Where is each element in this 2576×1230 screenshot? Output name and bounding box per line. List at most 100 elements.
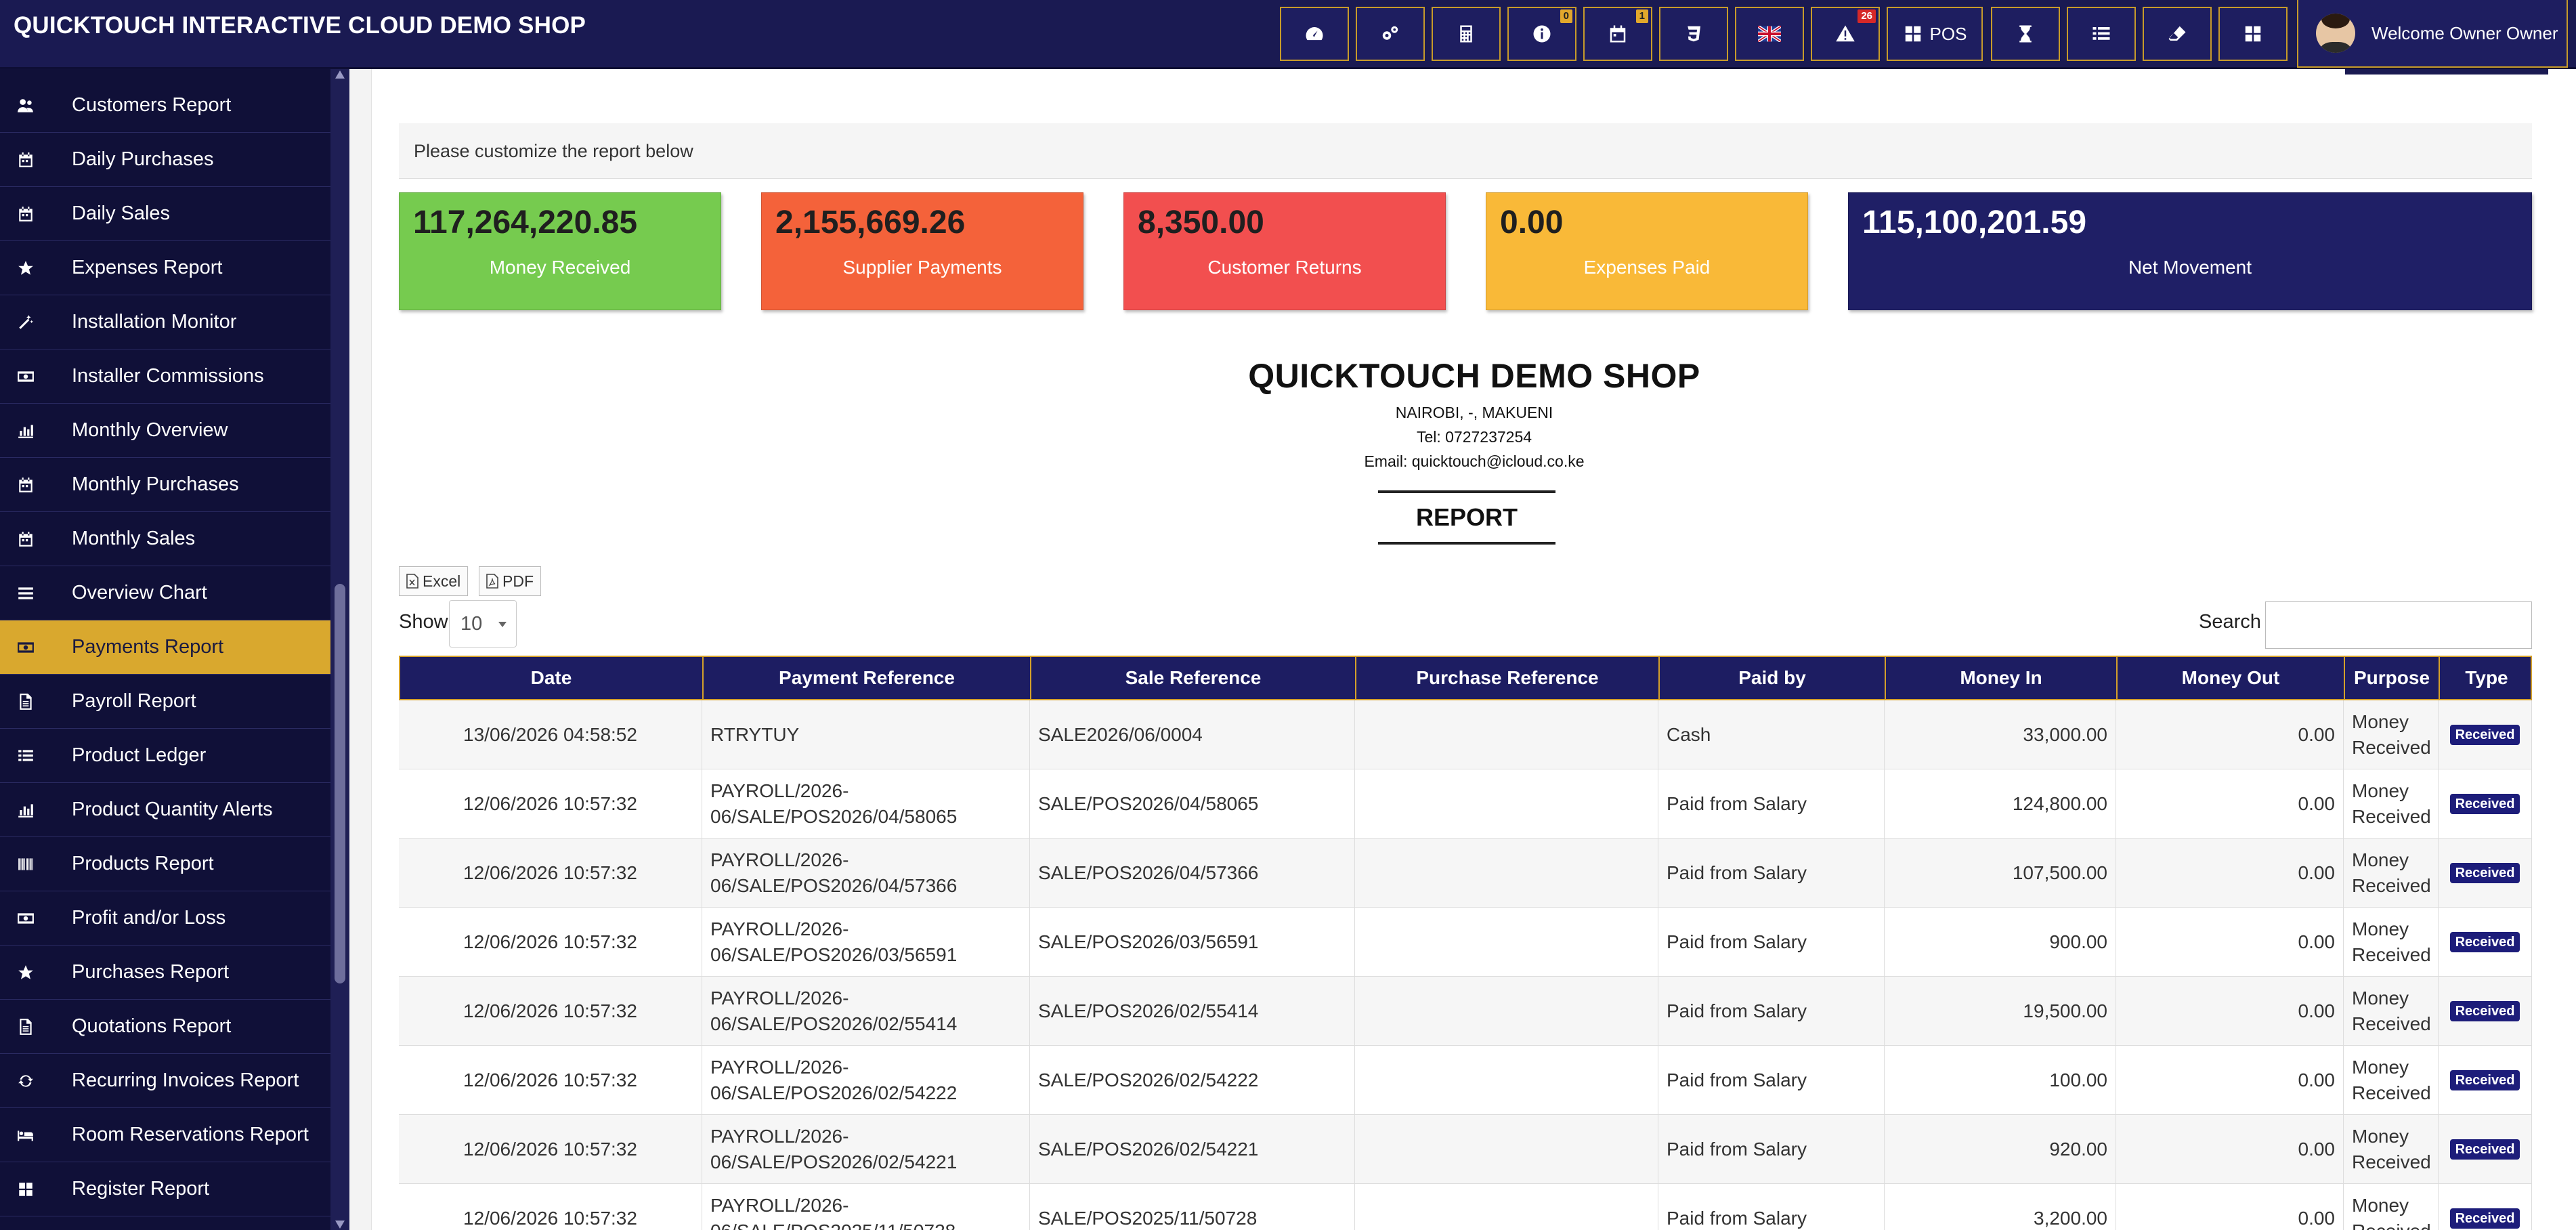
shop-tel: Tel: 0727237254 [1416, 428, 1532, 446]
sidebar-item-expenses-report[interactable]: Expenses Report [0, 241, 330, 295]
sidebar-item-room-reservations-report[interactable]: Room Reservations Report [0, 1108, 330, 1162]
cell-text: Paid from Salary [1667, 1069, 1807, 1090]
scroll-down-icon[interactable] [335, 1221, 345, 1229]
sidebar-item-monthly-sales[interactable]: Monthly Sales [0, 512, 330, 566]
column-header-paid-by[interactable]: Paid by [1660, 657, 1886, 699]
pos-button[interactable]: POS [1887, 7, 1983, 61]
cell-text: PAYROLL/2026-06/SALE/POS2026/02/54221 [710, 1126, 958, 1172]
payments-table: Date Payment Reference Sale Reference Purch… [399, 656, 2532, 1230]
table-row[interactable]: 12/06/2026 10:57:32 PAYROLL/2026-06/SALE/… [399, 1184, 2532, 1230]
table-cell: PAYROLL/2026-06/SALE/POS2026/02/54221 [702, 1115, 1030, 1184]
user-menu[interactable]: Welcome Owner Owner [2297, 0, 2568, 68]
calendar-button[interactable]: 1 [1583, 7, 1652, 61]
sidebar-item-installation-monitor[interactable]: Installation Monitor [0, 295, 330, 349]
cell-text: Paid from Salary [1667, 1000, 1807, 1021]
cell-text: SALE/POS2025/11/50728 [1038, 1208, 1258, 1229]
sidebar-item-daily-purchases[interactable]: Daily Purchases [0, 133, 330, 187]
table-cell: Money Received [2344, 1115, 2439, 1184]
column-header-purchase-reference[interactable]: Purchase Reference [1356, 657, 1660, 699]
list-button[interactable] [2067, 7, 2136, 61]
sidebar-item-quotations-report[interactable]: Quotations Report [0, 1000, 330, 1054]
avatar [2316, 14, 2355, 53]
cell-text: PAYROLL/2026-06/SALE/POS2026/04/58065 [710, 780, 958, 827]
table-row[interactable]: 12/06/2026 10:57:32 PAYROLL/2026-06/SALE/… [399, 769, 2532, 839]
status-badge: Received [2449, 863, 2520, 883]
sidebar-item-products-report[interactable]: Products Report [0, 837, 330, 891]
scrollbar-thumb[interactable] [335, 584, 345, 983]
main-content: Please customize the report below 117,26… [371, 69, 2576, 1230]
sidebar-item-monthly-purchases[interactable]: Monthly Purchases [0, 458, 330, 512]
table-cell: 0.00 [2116, 1115, 2344, 1184]
sidebar-item-profit-and-or-loss[interactable]: Profit and/or Loss [0, 891, 330, 946]
table-cell: PAYROLL/2026-06/SALE/POS2026/03/56591 [702, 908, 1030, 977]
sidebar-item-monthly-overview[interactable]: Monthly Overview [0, 404, 330, 458]
grid-icon [2245, 26, 2261, 42]
file-icon [16, 1017, 35, 1036]
cell-text: 12/06/2026 10:57:32 [463, 1000, 637, 1021]
sidebar-item-installer-commissions[interactable]: Installer Commissions [0, 349, 330, 404]
table-row[interactable]: 12/06/2026 10:57:32 PAYROLL/2026-06/SALE/… [399, 908, 2532, 977]
cell-text: RTRYTUY [710, 724, 800, 745]
table-header: Date Payment Reference Sale Reference Purch… [399, 656, 2532, 700]
status-badge: Received [2449, 794, 2520, 814]
cell-text: Money Received [2352, 711, 2431, 758]
alerts-button[interactable]: 26 [1811, 7, 1880, 61]
money-icon [16, 367, 35, 386]
stat-value: 117,264,220.85 [413, 205, 638, 240]
table-row[interactable]: 12/06/2026 10:57:32 PAYROLL/2026-06/SALE/… [399, 977, 2532, 1046]
column-header-money-in[interactable]: Money In [1886, 657, 2118, 699]
bed-icon [16, 1126, 35, 1145]
app-title[interactable]: QUICKTOUCH INTERACTIVE CLOUD DEMO SHOP [14, 12, 586, 39]
search-input[interactable] [2265, 601, 2532, 649]
table-row[interactable]: 12/06/2026 10:57:32 PAYROLL/2026-06/SALE/… [399, 839, 2532, 908]
sidebar-item-purchases-report[interactable]: Purchases Report [0, 946, 330, 1000]
sidebar-scrollbar[interactable] [330, 69, 349, 1230]
sidebar-item-product-quantity-alerts[interactable]: Product Quantity Alerts [0, 783, 330, 837]
table-cell: 12/06/2026 10:57:32 [399, 769, 702, 839]
cell-text: 100.00 [2049, 1069, 2107, 1090]
sidebar-item-overview-chart[interactable]: Overview Chart [0, 566, 330, 620]
column-header-money-out[interactable]: Money Out [2118, 657, 2345, 699]
table-row[interactable]: 12/06/2026 10:57:32 PAYROLL/2026-06/SALE/… [399, 1115, 2532, 1184]
page-length-select[interactable]: 10 [449, 600, 517, 648]
eraser-button[interactable] [2143, 7, 2212, 61]
calculator-button[interactable] [1432, 7, 1501, 61]
customize-panel-header[interactable]: Please customize the report below [399, 123, 2532, 179]
sidebar-item-register-report[interactable]: Register Report [0, 1162, 330, 1216]
hourglass-button[interactable] [1991, 7, 2060, 61]
magic-wand-icon [16, 313, 35, 332]
cell-text: PAYROLL/2026-06/SALE/POS2026/03/56591 [710, 918, 958, 965]
scroll-up-icon[interactable] [335, 70, 345, 79]
table-cell: SALE2026/06/0004 [1030, 700, 1355, 769]
warning-icon [1836, 25, 1855, 42]
file-pdf-icon [486, 574, 498, 589]
column-header-type[interactable]: Type [2440, 657, 2533, 699]
column-header-payment-reference[interactable]: Payment Reference [704, 657, 1031, 699]
sidebar-item-product-ledger[interactable]: Product Ledger [0, 729, 330, 783]
sidebar-item-payroll-report[interactable]: Payroll Report [0, 675, 330, 729]
sidebar-item-recurring-invoices-report[interactable]: Recurring Invoices Report [0, 1054, 330, 1108]
apps-button[interactable] [2218, 7, 2288, 61]
excel-export-button[interactable]: Excel [399, 566, 469, 596]
column-header-sale-reference[interactable]: Sale Reference [1031, 657, 1356, 699]
table-row[interactable]: 12/06/2026 10:57:32 PAYROLL/2026-06/SALE/… [399, 1046, 2532, 1115]
cell-text: 19,500.00 [2023, 1000, 2107, 1021]
sidebar-item-customers-report[interactable]: Customers Report [0, 79, 330, 133]
eraser-icon [2168, 26, 2186, 41]
table-row[interactable]: 13/06/2026 04:58:52 RTRYTUY SALE2026/06/00… [399, 700, 2532, 769]
settings-button[interactable] [1356, 7, 1425, 61]
pdf-export-button[interactable]: PDF [479, 566, 541, 596]
table-cell: Received [2439, 977, 2532, 1046]
dashboard-button[interactable] [1280, 7, 1349, 61]
sidebar-item-daily-sales[interactable]: Daily Sales [0, 187, 330, 241]
sidebar-item-label: Recurring Invoices Report [72, 1069, 299, 1091]
column-header-date[interactable]: Date [400, 657, 704, 699]
column-header-purpose[interactable]: Purpose [2345, 657, 2440, 699]
language-button[interactable] [1735, 7, 1804, 61]
sidebar: Customers Report Daily Purchases Daily Sal… [0, 69, 330, 1230]
info-button[interactable]: 0 [1507, 7, 1576, 61]
css-button[interactable] [1659, 7, 1728, 61]
star-icon [16, 963, 35, 982]
sidebar-item-payments-report[interactable]: Payments Report [0, 620, 330, 675]
cogs-icon [1382, 26, 1398, 40]
